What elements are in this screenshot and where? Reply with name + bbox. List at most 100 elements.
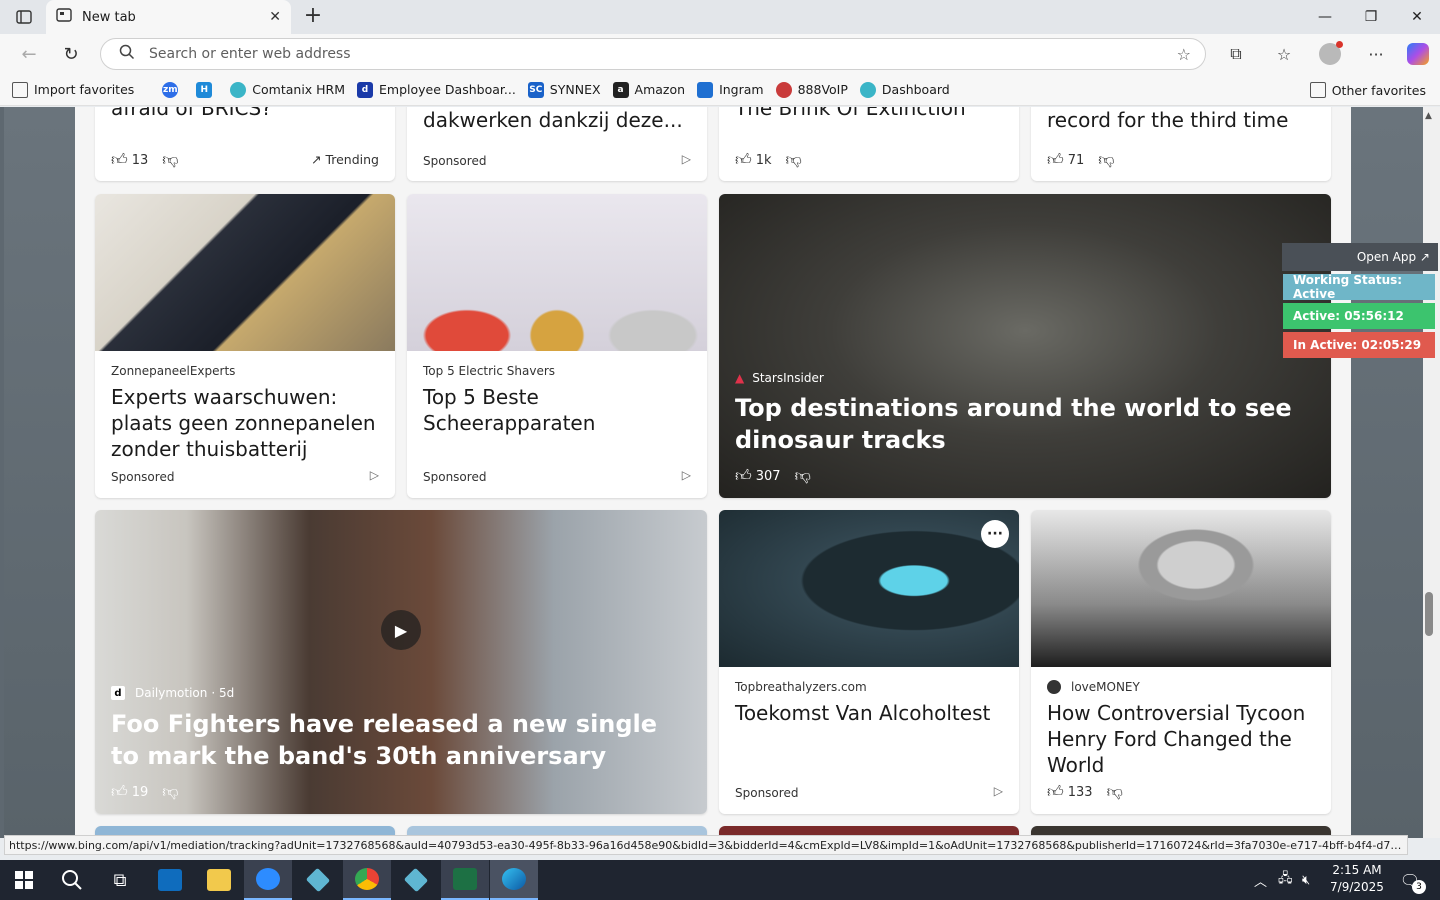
refresh-button[interactable]: ↻ — [56, 40, 86, 68]
page-scrollbar[interactable] — [1423, 107, 1440, 838]
more-options-button[interactable]: ··· — [981, 520, 1009, 548]
dislike-icon[interactable]: 👎︎ — [786, 150, 802, 170]
tab-actions-icon[interactable] — [8, 5, 40, 29]
feed-card[interactable]: The Brink Of Extinction 👍︎ 1k 👎︎ — [719, 107, 1019, 181]
zoom-taskbar-icon[interactable] — [244, 860, 292, 900]
scroll-up-icon[interactable]: ▲ — [1425, 111, 1432, 121]
favorite-other-folder[interactable]: Other favorites — [1309, 82, 1426, 98]
app-diamond-icon-2[interactable] — [392, 860, 440, 900]
sponsored-label: Sponsored — [423, 154, 487, 168]
favorite-comtanix[interactable]: Comtanix HRM — [230, 81, 345, 98]
card-source: ▲ StarsInsider — [735, 371, 824, 385]
close-window-button[interactable]: ✕ — [1394, 0, 1440, 34]
card-headline[interactable]: Toekomst Van Alcoholtest — [735, 700, 1005, 726]
task-view-icon[interactable]: ⧉ — [96, 860, 144, 900]
card-reactions: 👍︎ 1k 👎︎ — [735, 150, 802, 170]
like-icon[interactable]: 👍︎ — [735, 150, 752, 170]
outlook-icon[interactable] — [146, 860, 194, 900]
address-bar[interactable]: Search or enter web address ☆ — [100, 38, 1206, 70]
employee-dashboard-icon: d — [357, 81, 374, 98]
feed-card[interactable]: breaks 1500m world record for the third … — [1031, 107, 1331, 181]
search-button[interactable] — [48, 860, 96, 900]
dislike-icon[interactable]: 👎︎ — [1107, 782, 1123, 802]
start-button[interactable] — [0, 860, 48, 900]
favorite-amazon[interactable]: a Amazon — [612, 81, 685, 98]
card-headline[interactable]: afraid of BRICS? — [111, 107, 381, 121]
lovemoney-logo-icon — [1047, 680, 1061, 694]
clock[interactable]: 2:15 AM 7/9/2025 — [1322, 862, 1392, 896]
file-explorer-icon[interactable] — [195, 860, 243, 900]
edge-icon[interactable] — [490, 860, 538, 900]
maximize-button[interactable]: ❐ — [1348, 0, 1394, 34]
tab-new-tab[interactable]: New tab ✕ — [46, 0, 291, 34]
import-icon — [12, 81, 28, 98]
chrome-icon[interactable] — [343, 860, 391, 900]
play-icon[interactable]: ▶ — [381, 610, 421, 650]
adchoices-icon[interactable]: ▷ — [994, 784, 1003, 798]
network-icon[interactable]: 🖧︎ — [1278, 860, 1293, 900]
like-icon[interactable]: 👍︎ — [735, 466, 752, 486]
favorite-dashboard[interactable]: Dashboard — [859, 81, 950, 98]
close-tab-icon[interactable]: ✕ — [269, 9, 281, 25]
feed-card[interactable]: ZonnepaneelExperts Experts waarschuwen: … — [95, 194, 395, 498]
adchoices-icon[interactable]: ▷ — [682, 468, 691, 482]
card-headline[interactable]: honderden euro's op dakwerken dankzij de… — [423, 107, 693, 133]
open-app-button[interactable]: Open App ↗ — [1282, 243, 1438, 271]
new-tab-button[interactable]: + — [300, 5, 326, 29]
like-icon[interactable]: 👍︎ — [111, 782, 128, 802]
favorite-zoom[interactable]: zm — [162, 81, 184, 98]
card-reactions: 👍︎ 133 👎︎ — [1047, 782, 1123, 802]
feed-card-featured[interactable]: ▲ StarsInsider Top destinations around t… — [719, 194, 1331, 498]
excel-icon[interactable] — [441, 860, 489, 900]
ingram-icon — [697, 81, 714, 98]
card-headline[interactable]: Top destinations around the world to see… — [735, 392, 1317, 456]
favorite-ingram[interactable]: Ingram — [697, 81, 764, 98]
favorite-888voip[interactable]: 888VoIP — [775, 81, 848, 98]
card-headline[interactable]: The Brink Of Extinction — [735, 107, 1005, 121]
feed-card[interactable]: afraid of BRICS? 👍︎ 13 👎︎ ↗ Trending — [95, 107, 395, 181]
dislike-icon[interactable]: 👎︎ — [162, 150, 178, 170]
more-options-icon[interactable]: ··· — [1361, 40, 1391, 68]
like-icon[interactable]: 👍︎ — [1047, 150, 1064, 170]
dislike-icon[interactable]: 👎︎ — [162, 782, 178, 802]
notification-center-icon[interactable]: 🗨︎ 3 — [1396, 866, 1426, 894]
card-headline[interactable]: Experts waarschuwen: plaats geen zonnepa… — [111, 384, 381, 462]
favorite-employee-dashboard[interactable]: d Employee Dashboar... — [357, 81, 516, 98]
adchoices-icon[interactable]: ▷ — [682, 152, 691, 166]
dislike-icon[interactable]: 👎︎ — [795, 466, 811, 486]
favorite-star-icon[interactable]: ☆ — [1177, 45, 1191, 64]
favorite-h[interactable]: H — [196, 81, 218, 98]
app-diamond-icon[interactable] — [294, 860, 342, 900]
card-headline[interactable]: Foo Fighters have released a new single … — [111, 708, 693, 772]
scrollbar-thumb[interactable] — [1425, 592, 1433, 636]
favorites-icon[interactable]: ☆ — [1269, 40, 1299, 68]
feed-card-video[interactable]: ▶ d Dailymotion · 5d Foo Fighters have r… — [95, 510, 707, 814]
back-button[interactable]: ← — [14, 40, 44, 68]
card-image — [719, 510, 1019, 667]
address-input[interactable]: Search or enter web address — [149, 46, 1177, 62]
copilot-icon — [1407, 43, 1429, 65]
card-headline[interactable]: breaks 1500m world record for the third … — [1047, 107, 1317, 133]
card-headline[interactable]: Top 5 Beste Scheerapparaten — [423, 384, 693, 436]
feed-card[interactable]: loveMONEY How Controversial Tycoon Henry… — [1031, 510, 1331, 814]
amazon-icon: a — [612, 81, 629, 98]
extensions-icon[interactable]: ⧉ — [1221, 40, 1251, 68]
volume-muted-icon[interactable]: 🔇︎ — [1302, 860, 1310, 900]
sponsored-label: Sponsored — [423, 470, 487, 484]
dislike-icon[interactable]: 👎︎ — [1098, 150, 1114, 170]
card-headline[interactable]: How Controversial Tycoon Henry Ford Chan… — [1047, 700, 1317, 778]
like-icon[interactable]: 👍︎ — [1047, 782, 1064, 802]
adchoices-icon[interactable]: ▷ — [370, 468, 379, 482]
like-icon[interactable]: 👍︎ — [111, 150, 128, 170]
show-hidden-icons[interactable]: ︿ — [1254, 860, 1267, 900]
feed-card[interactable]: Top 5 Electric Shavers Top 5 Beste Schee… — [407, 194, 707, 498]
favorite-import[interactable]: Import favorites — [12, 81, 134, 98]
minimize-button[interactable]: — — [1302, 0, 1348, 34]
copilot-button[interactable] — [1403, 40, 1433, 68]
profile-button[interactable] — [1315, 40, 1345, 68]
feed-card[interactable]: honderden euro's op dakwerken dankzij de… — [407, 107, 707, 181]
favorite-synnex[interactable]: SC SYNNEX — [527, 81, 601, 98]
feed-card[interactable]: ··· Topbreathalyzers.com Toekomst Van Al… — [719, 510, 1019, 814]
search-icon — [62, 870, 82, 890]
clock-date: 7/9/2025 — [1330, 880, 1384, 894]
